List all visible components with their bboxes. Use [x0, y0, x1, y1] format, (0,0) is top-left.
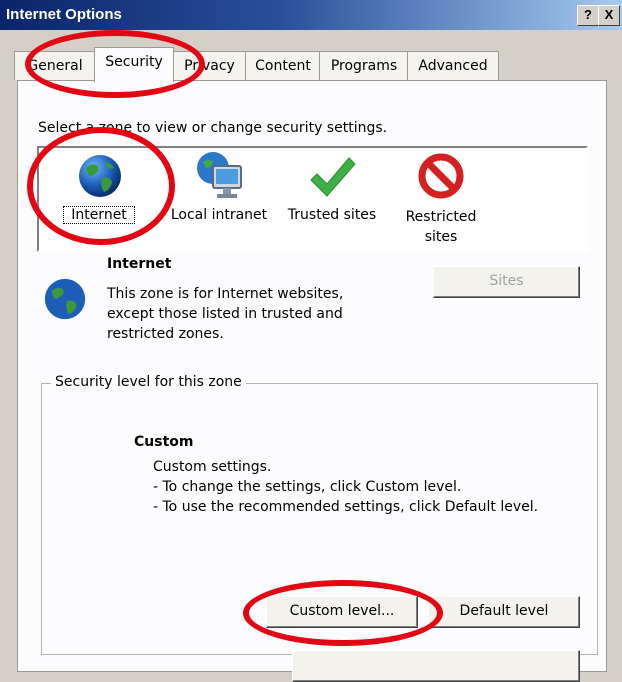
help-button[interactable]: ? — [577, 5, 599, 26]
no-entry-icon — [418, 153, 464, 199]
zone-internet[interactable]: Internet — [59, 150, 139, 245]
zone-label: Internet — [63, 206, 135, 224]
level-line-1: Custom settings. — [153, 459, 272, 475]
selected-zone-description: This zone is for Internet websites, exce… — [107, 286, 344, 342]
zone-label: Restricted sites — [405, 209, 477, 245]
security-level-group-title: Security level for this zone — [51, 374, 246, 390]
tab-privacy[interactable]: Privacy — [172, 51, 247, 80]
zone-trusted-sites[interactable]: Trusted sites — [277, 150, 387, 245]
title-bar: Internet Options ? X — [0, 0, 622, 30]
level-line-2: - To change the settings, click Custom l… — [153, 479, 462, 495]
tab-general[interactable]: General — [14, 51, 96, 80]
green-check-icon — [310, 157, 356, 197]
zone-restricted-sites[interactable]: Restricted sites — [391, 150, 491, 245]
tab-programs[interactable]: Programs — [319, 51, 409, 80]
level-name: Custom — [134, 434, 194, 450]
window-title: Internet Options — [6, 6, 122, 23]
selected-zone-globe-icon — [44, 278, 86, 320]
default-level-button[interactable]: Default level — [428, 596, 580, 628]
selected-zone-title: Internet — [107, 256, 172, 272]
reset-all-zones-button[interactable] — [292, 650, 580, 682]
zone-local-intranet[interactable]: Local intranet — [159, 150, 279, 245]
tab-content[interactable]: Content — [245, 51, 321, 80]
tab-advanced[interactable]: Advanced — [407, 51, 499, 80]
custom-level-button[interactable]: Custom level... — [266, 596, 418, 628]
intranet-computer-icon — [197, 152, 242, 198]
level-line-3: - To use the recommended settings, click… — [153, 499, 539, 515]
sites-button[interactable]: Sites — [433, 266, 580, 298]
globe-icon — [79, 155, 121, 197]
zone-label: Local intranet — [170, 207, 268, 223]
zone-prompt: Select a zone to view or change security… — [38, 120, 388, 136]
tab-security[interactable]: Security — [94, 47, 174, 82]
zone-list: Internet Local intranet Trusted sites Re… — [37, 146, 588, 252]
zone-label: Trusted sites — [287, 207, 377, 223]
close-button[interactable]: X — [598, 5, 620, 26]
